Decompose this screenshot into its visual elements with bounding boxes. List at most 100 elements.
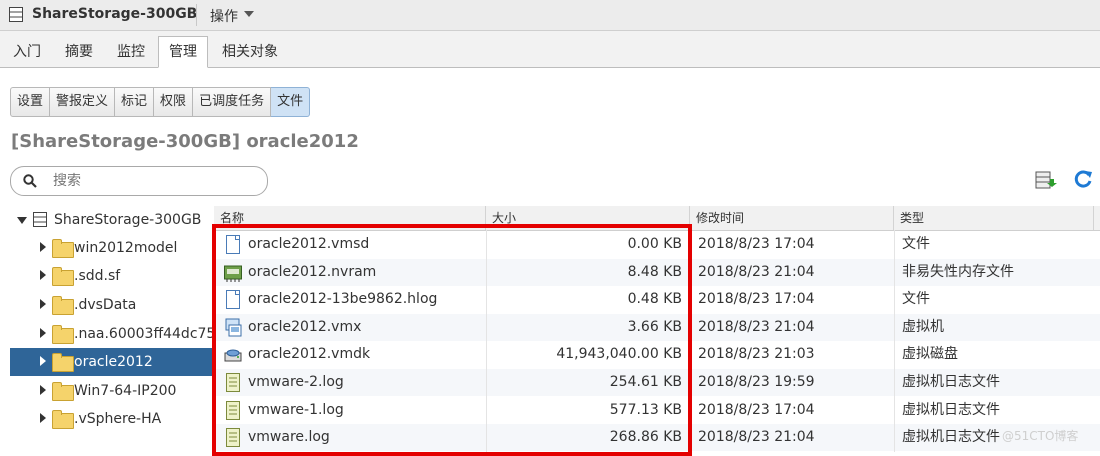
file-modified: 2018/8/23 17:04 [698,401,815,418]
object-title: ShareStorage-300GB [32,6,198,22]
tab-summary[interactable]: 摘要 [65,41,93,61]
expand-icon[interactable] [40,270,46,280]
file-name: vmware-1.log [248,401,344,418]
tab-related-objects[interactable]: 相关对象 [222,41,278,61]
disk-icon [224,349,242,362]
column-header-modified[interactable]: 修改时间 [690,206,894,230]
file-size: 577.13 KB [609,401,682,418]
file-icon [226,235,240,254]
nvram-icon [224,265,242,282]
folder-icon [52,410,74,429]
tree-item[interactable]: .dvsData [10,291,212,319]
subtab-tags[interactable]: 标记 [115,87,155,117]
file-type: 非易失性内存文件 [902,263,1014,280]
tree-item[interactable]: .naa.60003ff44dc75a [10,320,212,348]
tree-item-selected[interactable]: oracle2012 [10,348,212,376]
tree-item[interactable]: .sdd.sf [10,262,212,290]
table-row[interactable]: oracle2012.vmsd 0.00 KB 2018/8/23 17:04 文件 [214,231,1100,258]
table-row[interactable]: vmware-1.log 577.13 KB 2018/8/23 17:04 虚拟机日… [214,397,1100,424]
datastore-tree: ShareStorage-300GB win2012model .sdd.sf … [10,206,212,452]
file-name: oracle2012.vmsd [248,236,370,252]
expand-icon[interactable] [17,217,27,224]
file-type: 文件 [902,291,930,308]
tree-root-label: ShareStorage-300GB [54,212,202,228]
path-heading: [ShareStorage-300GB] oracle2012 [11,131,359,152]
expand-icon[interactable] [40,299,46,309]
file-name: oracle2012.vmx [248,318,362,335]
tab-manage[interactable]: 管理 [158,36,208,68]
subtab-settings[interactable]: 设置 [10,87,51,117]
table-row[interactable]: vmware-2.log 254.61 KB 2018/8/23 19:59 虚拟机日… [214,369,1100,396]
column-header-name[interactable]: 名称 [214,206,486,230]
datastore-icon [9,7,23,22]
subtab-scheduled-tasks[interactable]: 已调度任务 [193,87,272,117]
title-bar: ShareStorage-300GB 操作 [0,0,1100,31]
expand-icon[interactable] [40,328,46,338]
file-size: 268.86 KB [609,429,682,446]
file-icon [226,290,240,310]
file-size: 0.48 KB [627,291,682,308]
main-tabs: 入门 摘要 监控 管理 相关对象 [0,31,1100,68]
column-divider [894,230,895,452]
file-name: oracle2012.vmdk [248,346,371,363]
folder-icon [52,353,74,372]
search-box[interactable] [10,166,268,196]
expand-icon[interactable] [40,385,46,395]
refresh-icon[interactable] [1073,169,1093,189]
tab-monitor[interactable]: 监控 [117,41,145,61]
actions-menu[interactable]: 操作 [210,6,238,26]
file-name: vmware-2.log [248,374,344,390]
column-header-type[interactable]: 类型 [894,206,1094,230]
file-modified: 2018/8/23 21:03 [698,346,815,363]
search-icon [23,174,37,188]
tree-item-label: Win7-64-IP200 [74,383,177,399]
table-header: 名称 大小 修改时间 类型 [214,206,1100,231]
file-size: 41,943,040.00 KB [556,346,682,363]
table-row[interactable]: oracle2012.vmx 3.66 KB 2018/8/23 21:04 虚拟机 [214,313,1100,341]
file-modified: 2018/8/23 21:04 [698,318,815,335]
expand-icon[interactable] [40,356,46,366]
file-modified: 2018/8/23 21:04 [698,429,815,446]
file-size: 0.00 KB [627,236,682,252]
folder-icon [52,239,74,258]
file-size: 8.48 KB [627,263,682,280]
column-divider [690,230,691,452]
tree-item-label: .sdd.sf [74,268,121,284]
column-header-size[interactable]: 大小 [486,206,690,230]
subtab-permissions[interactable]: 权限 [154,87,194,117]
file-table: 名称 大小 修改时间 类型 oracle2012.vmsd 0.00 KB 2018… [214,206,1100,452]
log-icon [226,373,240,392]
file-type: 虚拟机日志文件 [902,401,1000,418]
tree-item-label: win2012model [74,240,178,256]
subtab-files[interactable]: 文件 [271,87,311,117]
folder-icon [52,382,74,401]
manage-subtabs: 设置 警报定义 标记 权限 已调度任务 文件 [10,87,311,117]
title-separator [196,4,197,26]
expand-icon[interactable] [40,413,46,423]
table-row[interactable]: oracle2012.vmdk 41,943,040.00 KB 2018/8/23… [214,341,1100,368]
table-row[interactable]: oracle2012.nvram 8.48 KB 2018/8/23 21:04 非易… [214,258,1100,286]
search-input[interactable] [51,171,255,191]
tree-item[interactable]: win2012model [10,234,212,262]
file-size: 3.66 KB [627,318,682,335]
file-type: 虚拟机 [902,318,944,335]
file-modified: 2018/8/23 17:04 [698,291,815,308]
file-type: 虚拟机日志文件 [902,374,1000,390]
column-divider [486,230,487,452]
table-row[interactable]: vmware.log 268.86 KB 2018/8/23 21:04 虚拟机日志文… [214,424,1100,452]
file-modified: 2018/8/23 19:59 [698,374,815,390]
folder-icon [52,325,74,344]
subtab-alarm-definitions[interactable]: 警报定义 [50,87,116,117]
table-row[interactable]: oracle2012-13be9862.hlog 0.48 KB 2018/8/23… [214,286,1100,313]
file-modified: 2018/8/23 17:04 [698,236,815,252]
tree-item[interactable]: Win7-64-IP200 [10,377,212,405]
file-size: 254.61 KB [609,374,682,390]
tree-item[interactable]: .vSphere-HA [10,405,212,433]
tab-getting-started[interactable]: 入门 [13,41,41,61]
file-name: vmware.log [248,429,330,446]
expand-icon[interactable] [40,242,46,252]
file-name: oracle2012-13be9862.hlog [248,291,438,308]
tree-root[interactable]: ShareStorage-300GB [10,206,212,234]
export-icon[interactable] [1035,170,1057,190]
chevron-down-icon[interactable] [244,11,254,17]
